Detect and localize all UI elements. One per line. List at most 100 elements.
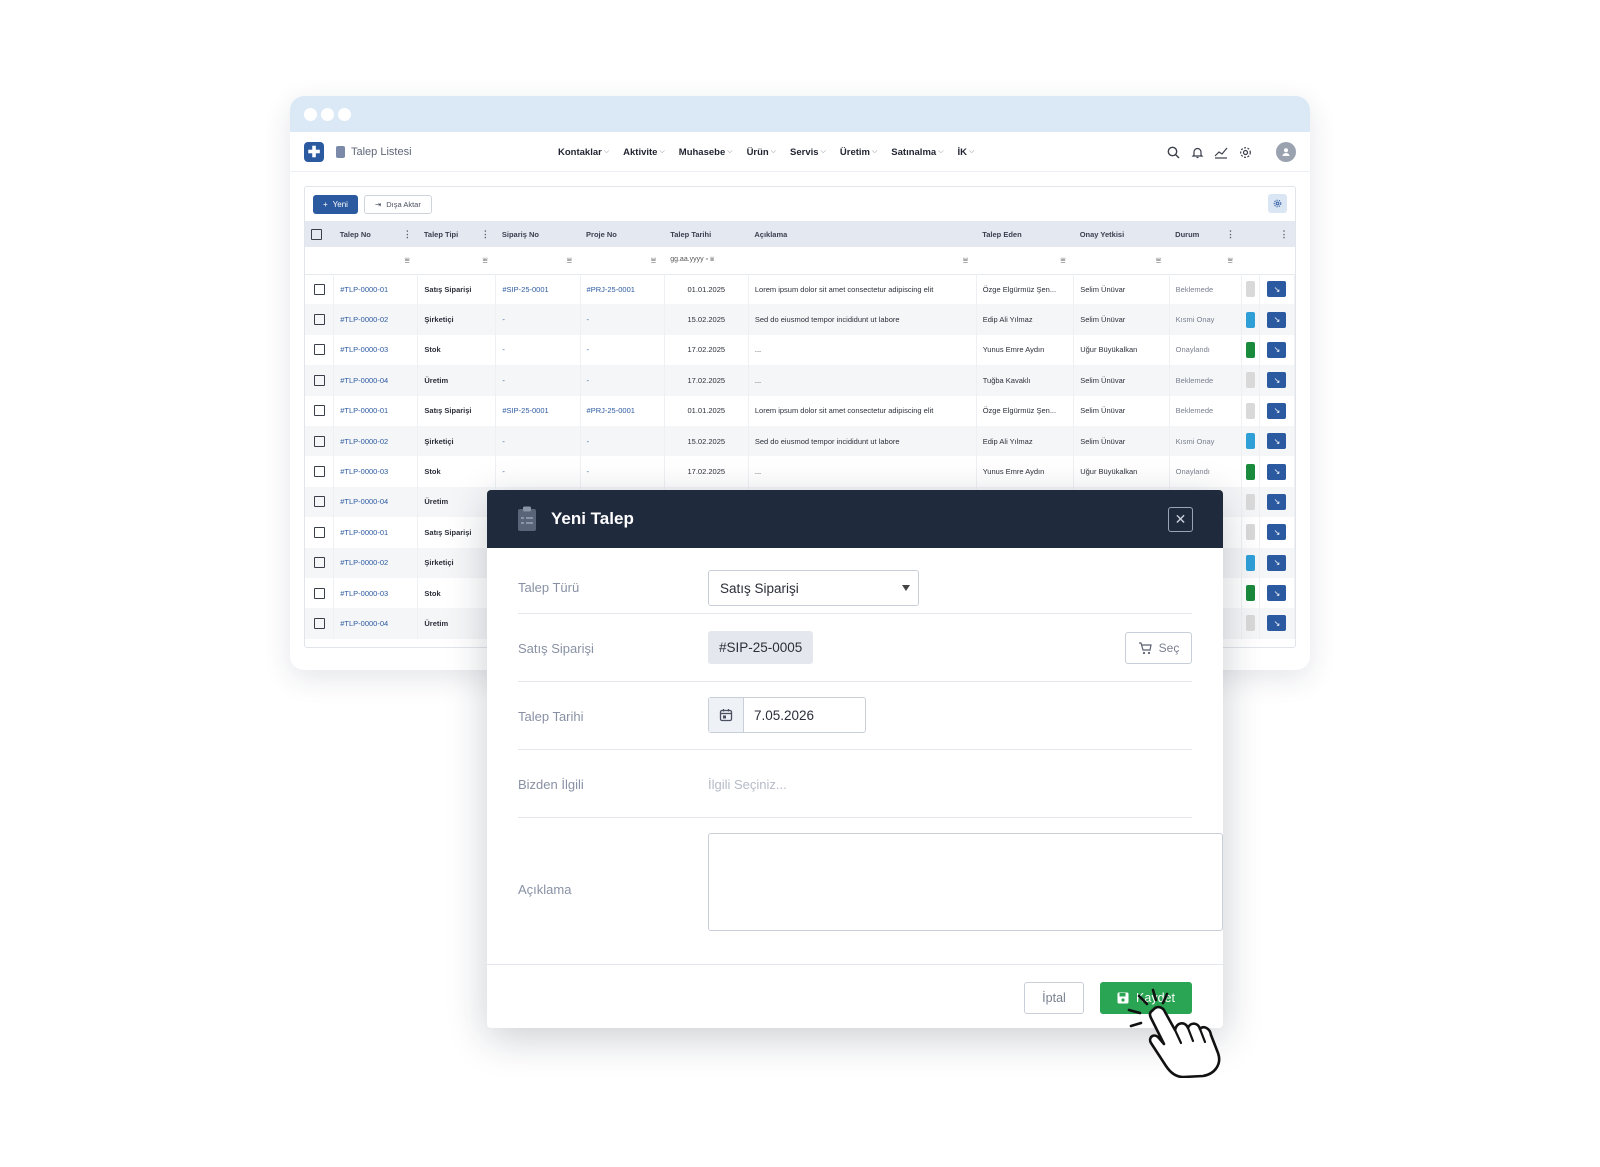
column-menu-icon[interactable]: ⋮ xyxy=(403,229,412,240)
open-arrow-icon[interactable]: ↘ xyxy=(1267,524,1287,541)
col-header[interactable]: Talep Eden xyxy=(976,221,1074,247)
open-arrow-icon[interactable]: ↘ xyxy=(1267,463,1287,480)
nav-item[interactable]: Satınalma ⌵ xyxy=(891,147,943,158)
row-checkbox[interactable] xyxy=(313,314,325,326)
filter-icon[interactable]: ⩸ xyxy=(334,247,418,274)
open-arrow-icon[interactable]: ↘ xyxy=(1267,433,1287,450)
row-checkbox[interactable] xyxy=(313,526,325,538)
order-no-cell[interactable]: - xyxy=(495,304,581,335)
table-row[interactable]: #TLP-0000-01 Satış Siparişi #SIP-25-0001 #P… xyxy=(305,274,1295,305)
open-arrow-icon[interactable]: ↘ xyxy=(1267,402,1287,419)
col-header[interactable]: Talep No ⋮ xyxy=(334,221,418,247)
nav-item[interactable]: İK ⌵ xyxy=(958,147,975,158)
new-button[interactable]: + Yeni xyxy=(313,194,358,214)
request-no-link[interactable]: #TLP-0000-02 xyxy=(333,425,419,457)
project-no-cell[interactable]: - xyxy=(580,365,665,396)
column-menu-icon[interactable]: ⋮ xyxy=(481,229,490,240)
column-menu-icon[interactable]: ⋮ xyxy=(1226,229,1235,240)
col-header[interactable]: Proje No xyxy=(580,221,664,247)
open-arrow-icon[interactable]: ↘ xyxy=(1267,615,1287,632)
table-row[interactable]: #TLP-0000-03 Stok - -17.02.2025... Yunus Emr… xyxy=(305,456,1295,487)
row-checkbox[interactable] xyxy=(313,435,325,447)
order-no-cell[interactable]: - xyxy=(495,425,581,457)
order-no-cell[interactable]: #SIP-25-0001 xyxy=(495,395,581,426)
project-no-cell[interactable]: - xyxy=(580,425,665,457)
row-checkbox[interactable] xyxy=(313,283,325,295)
project-no-cell[interactable]: - xyxy=(580,334,665,366)
search-icon[interactable] xyxy=(1166,145,1180,159)
request-no-link[interactable]: #TLP-0000-03 xyxy=(333,577,419,609)
table-row[interactable]: #TLP-0000-01 Satış Siparişi #SIP-25-0001 #P… xyxy=(305,395,1295,426)
nav-item[interactable]: Ürün ⌵ xyxy=(747,147,776,158)
nav-item[interactable]: Kontaklar ⌵ xyxy=(558,147,609,158)
filter-icon[interactable]: ⩸ xyxy=(748,247,976,274)
col-header-actions[interactable]: ⋮ xyxy=(1259,221,1294,247)
filter-icon[interactable]: ⩸ xyxy=(976,247,1074,274)
filter-icon[interactable]: ⩸ xyxy=(418,247,496,274)
table-row[interactable]: #TLP-0000-02 Şirketiçi - -15.02.2025 Sed do … xyxy=(305,304,1295,335)
row-checkbox[interactable] xyxy=(313,617,325,629)
filter-icon[interactable]: ⩸ xyxy=(580,247,664,274)
col-header[interactable]: Talep Tipi ⋮ xyxy=(418,221,496,247)
open-arrow-icon[interactable]: ↘ xyxy=(1267,554,1287,571)
open-arrow-icon[interactable]: ↘ xyxy=(1267,341,1287,358)
export-button[interactable]: ⇥ Dışa Aktar xyxy=(363,194,432,214)
column-menu-icon[interactable]: ⋮ xyxy=(1280,229,1289,240)
request-no-link[interactable]: #TLP-0000-04 xyxy=(333,365,419,396)
project-no-cell[interactable]: #PRJ-25-0001 xyxy=(580,274,665,305)
order-no-cell[interactable]: #SIP-25-0001 xyxy=(495,274,581,305)
filter-icon[interactable]: ⩸ xyxy=(1169,247,1241,274)
open-arrow-icon[interactable]: ↘ xyxy=(1267,281,1287,298)
date-filter[interactable]: gg.aa.yyyy ▫ ⩸ xyxy=(664,247,748,274)
chart-icon[interactable] xyxy=(1214,145,1228,159)
cancel-button[interactable]: İptal xyxy=(1024,982,1084,1014)
order-no-cell[interactable]: - xyxy=(495,456,581,487)
row-checkbox[interactable] xyxy=(313,587,325,599)
project-no-cell[interactable]: - xyxy=(580,304,665,335)
calendar-icon[interactable] xyxy=(709,698,744,732)
request-no-link[interactable]: #TLP-0000-03 xyxy=(333,456,419,487)
open-arrow-icon[interactable]: ↘ xyxy=(1267,372,1287,389)
open-arrow-icon[interactable]: ↘ xyxy=(1267,311,1287,328)
table-row[interactable]: #TLP-0000-03 Stok - -17.02.2025... Yunus Emr… xyxy=(305,334,1295,366)
related-select[interactable]: İlgili Seçiniz... xyxy=(708,777,787,792)
filter-icon[interactable]: ⩸ xyxy=(496,247,580,274)
request-no-link[interactable]: #TLP-0000-01 xyxy=(333,517,419,548)
request-no-link[interactable]: #TLP-0000-04 xyxy=(333,608,419,639)
request-type-select[interactable]: Satış Siparişi xyxy=(708,570,919,606)
request-no-link[interactable]: #TLP-0000-04 xyxy=(333,486,419,518)
table-row[interactable]: #TLP-0000-04 Üretim - -17.02.2025... Tuğba K… xyxy=(305,365,1295,396)
request-no-link[interactable]: #TLP-0000-02 xyxy=(333,547,419,578)
request-no-link[interactable]: #TLP-0000-02 xyxy=(333,304,419,335)
app-logo[interactable]: ✚ xyxy=(304,141,324,162)
description-textarea[interactable] xyxy=(708,833,1223,931)
request-date-picker[interactable]: 7.05.2026 xyxy=(708,697,866,733)
row-checkbox[interactable] xyxy=(313,374,325,386)
order-no-cell[interactable]: - xyxy=(495,365,581,396)
col-header[interactable]: Onay Yetkisi xyxy=(1074,221,1169,247)
row-checkbox[interactable] xyxy=(313,496,325,508)
open-arrow-icon[interactable]: ↘ xyxy=(1267,493,1287,510)
close-icon[interactable]: ✕ xyxy=(1168,507,1193,532)
gear-icon[interactable] xyxy=(1238,145,1252,159)
project-no-cell[interactable]: #PRJ-25-0001 xyxy=(580,395,665,426)
bell-icon[interactable] xyxy=(1190,145,1204,159)
table-row[interactable]: #TLP-0000-02 Şirketiçi - -15.02.2025 Sed do … xyxy=(305,425,1295,457)
col-header[interactable]: Açıklama xyxy=(748,221,976,247)
open-arrow-icon[interactable]: ↘ xyxy=(1267,585,1287,602)
nav-item[interactable]: Servis ⌵ xyxy=(790,147,826,158)
select-order-button[interactable]: Seç xyxy=(1125,632,1192,664)
project-no-cell[interactable]: - xyxy=(580,456,665,487)
nav-item[interactable]: Üretim ⌵ xyxy=(840,147,877,158)
row-checkbox[interactable] xyxy=(313,557,325,569)
nav-item[interactable]: Aktivite ⌵ xyxy=(623,147,665,158)
row-checkbox[interactable] xyxy=(313,344,325,356)
row-checkbox[interactable] xyxy=(313,405,325,417)
col-header[interactable]: Talep Tarihi xyxy=(664,221,748,247)
user-avatar[interactable] xyxy=(1276,142,1296,162)
request-no-link[interactable]: #TLP-0000-03 xyxy=(333,334,419,366)
order-no-cell[interactable]: - xyxy=(495,334,581,366)
sales-order-tag[interactable]: #SIP-25-0005 xyxy=(708,631,814,664)
col-header[interactable]: Durum ⋮ xyxy=(1169,221,1241,247)
col-header[interactable]: Sipariş No xyxy=(496,221,580,247)
